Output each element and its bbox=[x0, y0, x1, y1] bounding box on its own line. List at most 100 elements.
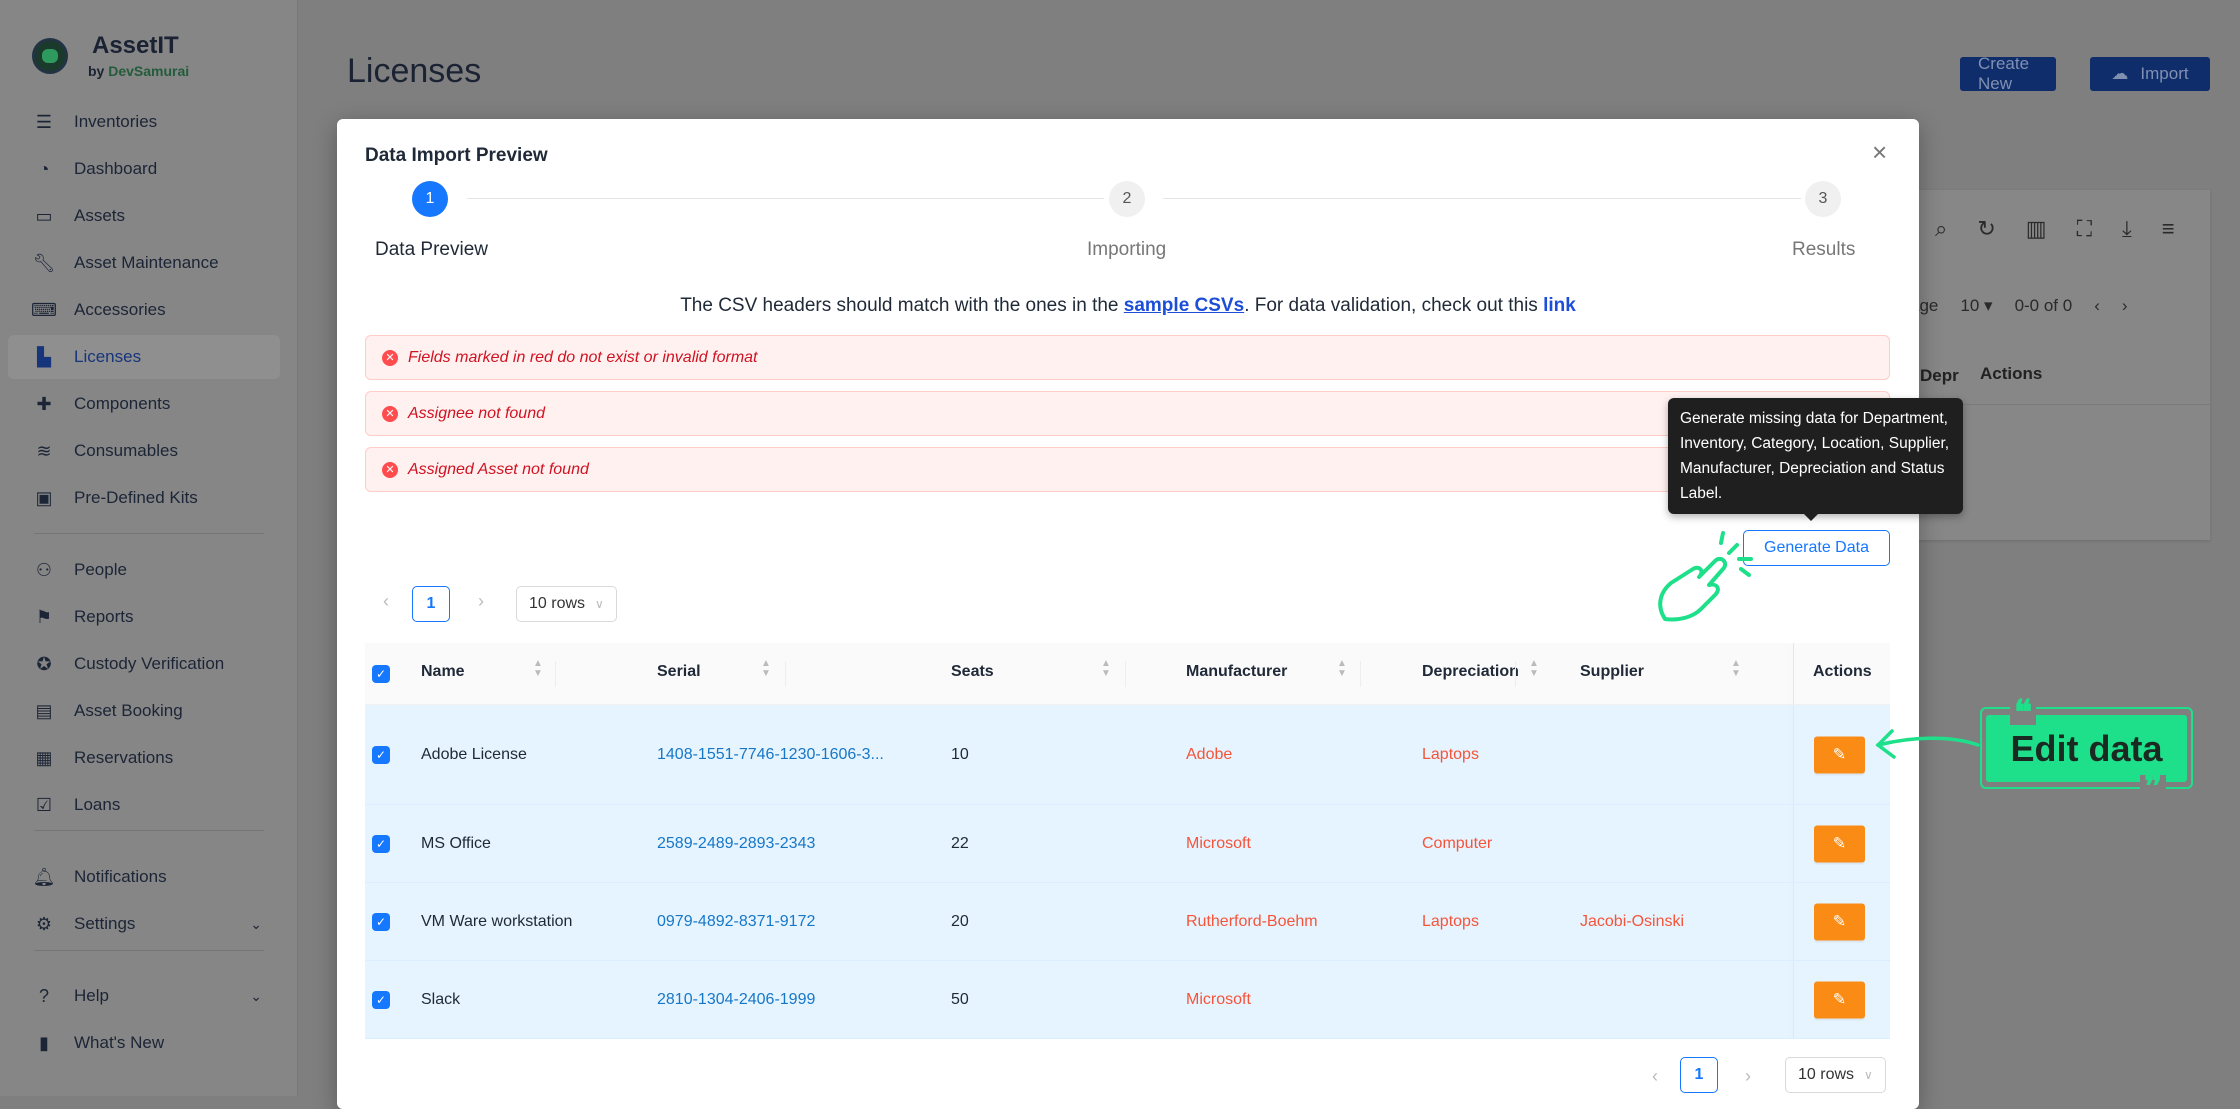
sidebar-item-reports[interactable]: ⚑ Reports bbox=[8, 595, 280, 639]
generate-data-tooltip: Generate missing data for Department, In… bbox=[1668, 398, 1963, 521]
page-1-button[interactable]: 1 bbox=[412, 586, 450, 622]
error-icon: ✕ bbox=[382, 461, 398, 478]
pencil-icon: ✎ bbox=[1832, 746, 1847, 764]
edit-row-button[interactable]: ✎ bbox=[1814, 981, 1865, 1018]
generate-data-button[interactable]: Generate Data bbox=[1743, 530, 1890, 566]
import-button[interactable]: ☁ Import bbox=[2090, 57, 2210, 91]
cell-seats: 10 bbox=[951, 745, 969, 763]
prev-page-icon[interactable]: ‹ bbox=[383, 591, 389, 612]
edit-row-button[interactable]: ✎ bbox=[1814, 825, 1865, 862]
sidebar-item-custody-verification[interactable]: ✪ Custody Verification bbox=[8, 642, 280, 686]
sidebar-item-pre-defined-kits[interactable]: ▣ Pre-Defined Kits bbox=[8, 476, 280, 520]
cell-depreciation: Laptops bbox=[1422, 745, 1479, 763]
sidebar-item-components[interactable]: ✚ Components bbox=[8, 382, 280, 426]
sort-icon[interactable]: ▲ ▼ bbox=[1731, 659, 1741, 679]
column-header-name[interactable]: Name bbox=[421, 663, 465, 681]
edit-row-button[interactable]: ✎ bbox=[1814, 903, 1865, 940]
filter-icon[interactable]: ≡ bbox=[2162, 216, 2175, 242]
sample-csvs-link[interactable]: sample CSVs bbox=[1124, 295, 1244, 316]
step-1-indicator: 1 bbox=[412, 181, 448, 217]
chevron-down-icon[interactable]: ⌄ bbox=[250, 916, 262, 933]
sort-icon[interactable]: ▲ ▼ bbox=[533, 659, 543, 679]
sidebar-item-dashboard[interactable]: ◔ Dashboard bbox=[8, 147, 280, 191]
sidebar-item-licenses[interactable]: ▙ Licenses bbox=[8, 335, 280, 379]
column-header-manufacturer[interactable]: Manufacturer bbox=[1186, 663, 1287, 681]
flag-icon: ⚑ bbox=[35, 606, 53, 627]
sidebar-item-settings[interactable]: ⚙ Settings ⌄ bbox=[8, 902, 280, 946]
sidebar-item-label: Custody Verification bbox=[74, 654, 225, 673]
column-header-serial[interactable]: Serial bbox=[657, 663, 701, 681]
chevron-down-icon: ∨ bbox=[1864, 1068, 1873, 1082]
sidebar-item-assets[interactable]: ▭ Assets bbox=[8, 194, 280, 238]
sort-icon[interactable]: ▲ ▼ bbox=[1529, 659, 1539, 679]
row-checkbox[interactable]: ✓ bbox=[372, 990, 390, 1009]
sidebar-item-notifications[interactable]: 🔔︎ Notifications bbox=[8, 855, 280, 899]
table-row: ✓ VM Ware workstation 0979-4892-8371-917… bbox=[365, 883, 1890, 961]
rows-per-page-select[interactable]: 10 rows ∨ bbox=[1785, 1057, 1886, 1093]
chevron-down-icon[interactable]: ⌄ bbox=[250, 988, 262, 1005]
edit-row-button[interactable]: ✎ bbox=[1814, 736, 1865, 773]
close-icon[interactable]: × bbox=[1872, 137, 1887, 168]
toolbox-icon: ▣ bbox=[35, 487, 53, 508]
column-header-seats[interactable]: Seats bbox=[951, 663, 994, 681]
row-checkbox[interactable]: ✓ bbox=[372, 834, 390, 853]
sidebar-item-loans[interactable]: ☑ Loans bbox=[8, 783, 280, 827]
search-icon[interactable]: ⌕ bbox=[1935, 216, 1947, 242]
select-all-checkbox[interactable]: ✓ bbox=[372, 664, 390, 683]
cell-depreciation: Laptops bbox=[1422, 912, 1479, 930]
sidebar-item-consumables[interactable]: ≋ Consumables bbox=[8, 429, 280, 473]
calendar-check-icon: ☑ bbox=[35, 794, 53, 815]
page-1-button[interactable]: 1 bbox=[1680, 1057, 1718, 1093]
sidebar-item-inventories[interactable]: ☰ Inventories bbox=[8, 100, 280, 144]
puzzle-icon: ✚ bbox=[36, 393, 52, 414]
sidebar-item-label: Inventories bbox=[74, 112, 158, 131]
next-page-icon[interactable]: › bbox=[1745, 1066, 1751, 1087]
column-header-supplier[interactable]: Supplier bbox=[1580, 663, 1644, 681]
cell-serial: 2810-1304-2406-1999 bbox=[657, 990, 816, 1008]
sidebar-item-label: Asset Booking bbox=[74, 701, 183, 720]
cell-seats: 22 bbox=[951, 834, 969, 852]
sort-icon[interactable]: ▲ ▼ bbox=[761, 659, 771, 679]
cell-serial: 0979-4892-8371-9172 bbox=[657, 912, 816, 930]
sort-icon[interactable]: ▲ ▼ bbox=[1101, 659, 1111, 679]
prev-page-icon[interactable]: ‹ bbox=[1652, 1066, 1658, 1087]
row-checkbox[interactable]: ✓ bbox=[372, 745, 390, 764]
per-page-select[interactable]: 10 ▾ bbox=[1960, 296, 1992, 316]
next-icon[interactable]: › bbox=[2122, 296, 2128, 316]
layers-icon: ≋ bbox=[36, 440, 52, 461]
step-3-indicator: 3 bbox=[1805, 181, 1841, 217]
sidebar-item-people[interactable]: ⚇ People bbox=[8, 548, 280, 592]
sidebar-item-reservations[interactable]: ▦ Reservations bbox=[8, 736, 280, 780]
rows-per-page-select[interactable]: 10 rows ∨ bbox=[516, 586, 617, 622]
prev-icon[interactable]: ‹ bbox=[2094, 296, 2100, 316]
sidebar-item-accessories[interactable]: ⌨ Accessories bbox=[8, 288, 280, 332]
calendar-icon: ▦ bbox=[35, 747, 53, 768]
table-row: ✓ Adobe License 1408-1551-7746-1230-1606… bbox=[365, 705, 1890, 805]
validation-link[interactable]: link bbox=[1543, 295, 1576, 316]
cell-serial: 1408-1551-7746-1230-1606-3... bbox=[657, 745, 884, 763]
chevron-down-icon: ∨ bbox=[595, 597, 604, 611]
sidebar-item-label: Pre-Defined Kits bbox=[74, 488, 198, 507]
column-header-depreciation[interactable]: Depreciation bbox=[1422, 663, 1519, 681]
next-page-icon[interactable]: › bbox=[478, 591, 484, 612]
sidebar-item-asset-maintenance[interactable]: 🔧︎ Asset Maintenance bbox=[8, 241, 280, 285]
app-name: AssetIT bbox=[92, 32, 179, 59]
download-icon[interactable]: ⤓ bbox=[2122, 216, 2132, 242]
cell-name: Adobe License bbox=[421, 745, 527, 763]
sidebar-item-label: Loans bbox=[74, 795, 121, 814]
background-toolbar: ⌕ ↻ ▥ ⛶ ⤓ ≡ bbox=[1935, 216, 2175, 242]
sliders-icon: ☰ bbox=[35, 111, 53, 132]
refresh-icon[interactable]: ↻ bbox=[1977, 216, 1995, 242]
sidebar-item-label: Help bbox=[74, 986, 109, 1005]
columns-icon[interactable]: ▥ bbox=[2026, 216, 2047, 242]
fullscreen-icon[interactable]: ⛶ bbox=[2077, 216, 2092, 242]
sort-icon[interactable]: ▲ ▼ bbox=[1337, 659, 1347, 679]
sidebar-item-what-s-new[interactable]: ▮ What's New bbox=[8, 1021, 280, 1065]
sidebar-item-asset-booking[interactable]: ▤ Asset Booking bbox=[8, 689, 280, 733]
sidebar-item-help[interactable]: ? Help ⌄ bbox=[8, 974, 280, 1018]
row-checkbox[interactable]: ✓ bbox=[372, 912, 390, 931]
sidebar-divider bbox=[34, 533, 264, 534]
cell-manufacturer: Rutherford-Boehm bbox=[1186, 912, 1318, 930]
create-new-button[interactable]: Create New bbox=[1960, 54, 2056, 93]
error-alert: ✕ Fields marked in red do not exist or in… bbox=[365, 335, 1890, 380]
